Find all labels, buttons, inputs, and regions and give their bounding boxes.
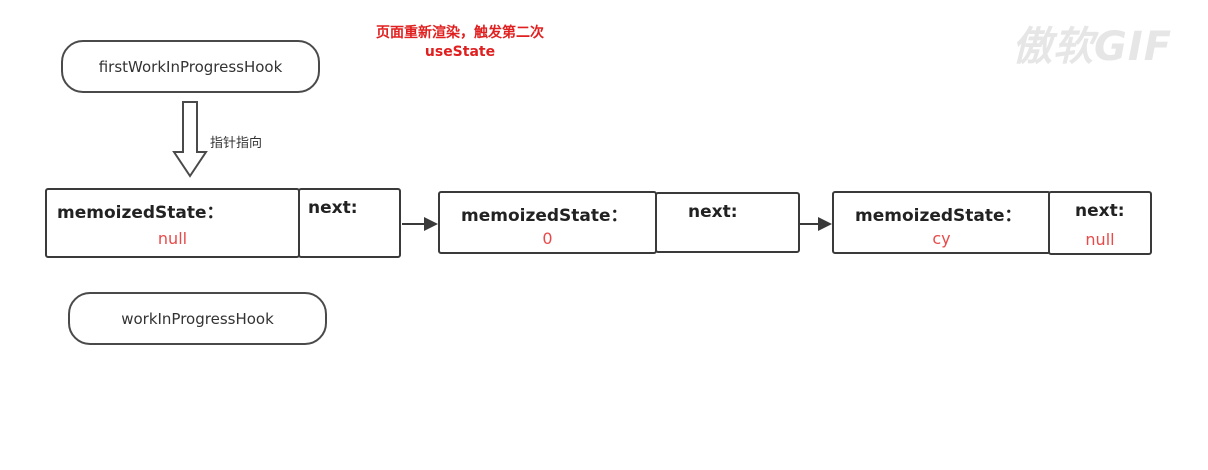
next-value: null (1085, 230, 1115, 249)
hook-node-1-memoized-state: memoizedState： null (45, 188, 300, 258)
watermark-logo: 傲软GIF (1012, 24, 1173, 70)
hook-node-2-next: next: (655, 192, 800, 253)
arrow-node1-to-node2 (402, 217, 438, 231)
hook-node-2-memoized-state: memoizedState： 0 (438, 191, 657, 254)
hollow-down-arrow-icon (172, 101, 208, 178)
memoized-state-label: memoizedState： (461, 206, 628, 226)
pointer-label: 指针指向 (210, 136, 263, 151)
hook-node-3-next: next: null (1048, 191, 1152, 255)
memoized-state-label: memoizedState： (855, 206, 1022, 226)
memoized-state-value: cy (932, 229, 951, 248)
arrow-node2-to-node3 (800, 217, 832, 231)
work-in-progress-hook-label: workInProgressHook (121, 309, 274, 328)
next-label: next: (308, 198, 358, 218)
next-label: next: (688, 202, 738, 222)
next-label: next: (1075, 201, 1125, 221)
diagram-title-line1: 页面重新渲染，触发第二次 (376, 25, 544, 41)
first-work-in-progress-hook-label: firstWorkInProgressHook (98, 57, 283, 76)
hook-node-3-memoized-state: memoizedState： cy (832, 191, 1051, 254)
diagram-title-line2: useState (424, 44, 496, 60)
memoized-state-value: null (157, 229, 188, 248)
first-work-in-progress-hook-pill: firstWorkInProgressHook (61, 40, 320, 93)
work-in-progress-hook-pill: workInProgressHook (68, 292, 327, 345)
memoized-state-label: memoizedState： (57, 203, 224, 223)
memoized-state-value: 0 (542, 229, 553, 248)
hook-node-1-next: next: (298, 188, 401, 258)
